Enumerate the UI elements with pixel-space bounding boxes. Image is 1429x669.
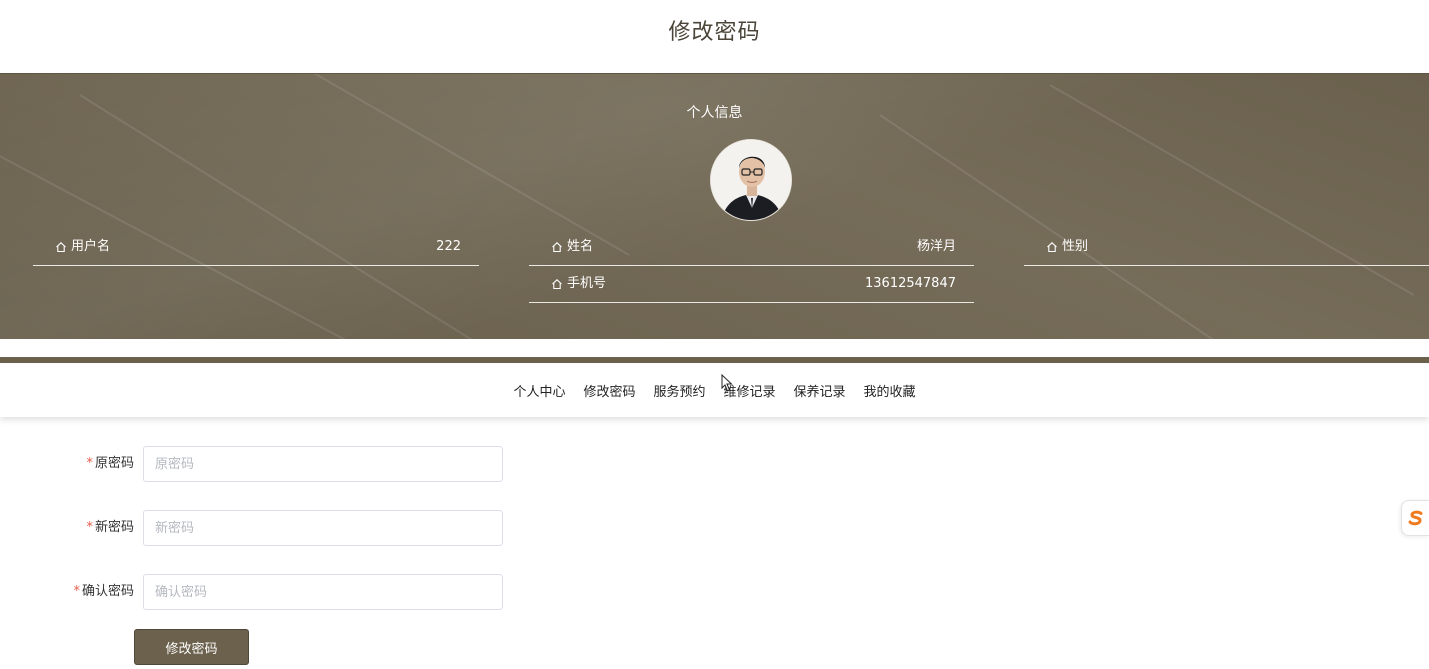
change-password-button[interactable]: 修改密码 xyxy=(134,629,249,665)
form-row-new-password: * 新密码 xyxy=(0,510,520,546)
form-row-confirm-password: * 确认密码 xyxy=(0,574,520,610)
page-title: 修改密码 xyxy=(668,20,761,45)
mouse-cursor-icon xyxy=(721,374,733,392)
nav-item-maintenance-records[interactable]: 保养记录 xyxy=(794,381,846,400)
new-password-input[interactable] xyxy=(143,510,503,546)
s-logo-icon xyxy=(1408,510,1422,526)
avatar xyxy=(710,139,792,221)
info-label: 用户名 xyxy=(71,239,111,254)
nav-item-change-password[interactable]: 修改密码 xyxy=(583,381,635,400)
home-icon xyxy=(552,279,562,290)
user-nav: 个人中心 修改密码 服务预约 维修记录 保养记录 我的收藏 xyxy=(0,364,1429,417)
info-label: 手机号 xyxy=(567,276,607,291)
info-username: 用户名 222 xyxy=(33,228,479,266)
info-value: 222 xyxy=(436,239,461,254)
info-phone: 手机号 13612547847 xyxy=(529,265,974,303)
confirm-password-label: * 确认密码 xyxy=(73,584,134,599)
info-value: 13612547847 xyxy=(865,276,956,291)
profile-banner: 个人信息 用户名 222 姓名 杨洋月 性别 手机号 13612547847 xyxy=(0,73,1429,339)
info-gender: 性别 xyxy=(1024,228,1429,266)
nav-item-service-booking[interactable]: 服务预约 xyxy=(653,381,705,400)
nav-item-profile[interactable]: 个人中心 xyxy=(513,381,565,400)
profile-section-title: 个人信息 xyxy=(686,105,743,121)
divider-strip xyxy=(0,357,1429,363)
nav-item-favorites[interactable]: 我的收藏 xyxy=(864,381,916,400)
old-password-input[interactable] xyxy=(143,446,503,482)
confirm-password-input[interactable] xyxy=(143,574,503,610)
info-value: 杨洋月 xyxy=(916,239,956,254)
info-label: 性别 xyxy=(1062,239,1089,254)
info-label: 姓名 xyxy=(567,239,594,254)
old-password-label: * 原密码 xyxy=(86,456,134,471)
form-row-old-password: * 原密码 xyxy=(0,446,520,482)
floating-widget[interactable] xyxy=(1401,500,1429,536)
page: 修改密码 个人信息 用户名 222 姓名 杨洋月 性别 手机号 13612547… xyxy=(0,0,1429,669)
home-icon xyxy=(1047,242,1057,253)
home-icon xyxy=(56,242,66,253)
home-icon xyxy=(552,242,562,253)
info-name: 姓名 杨洋月 xyxy=(529,228,974,266)
new-password-label: * 新密码 xyxy=(86,520,134,535)
